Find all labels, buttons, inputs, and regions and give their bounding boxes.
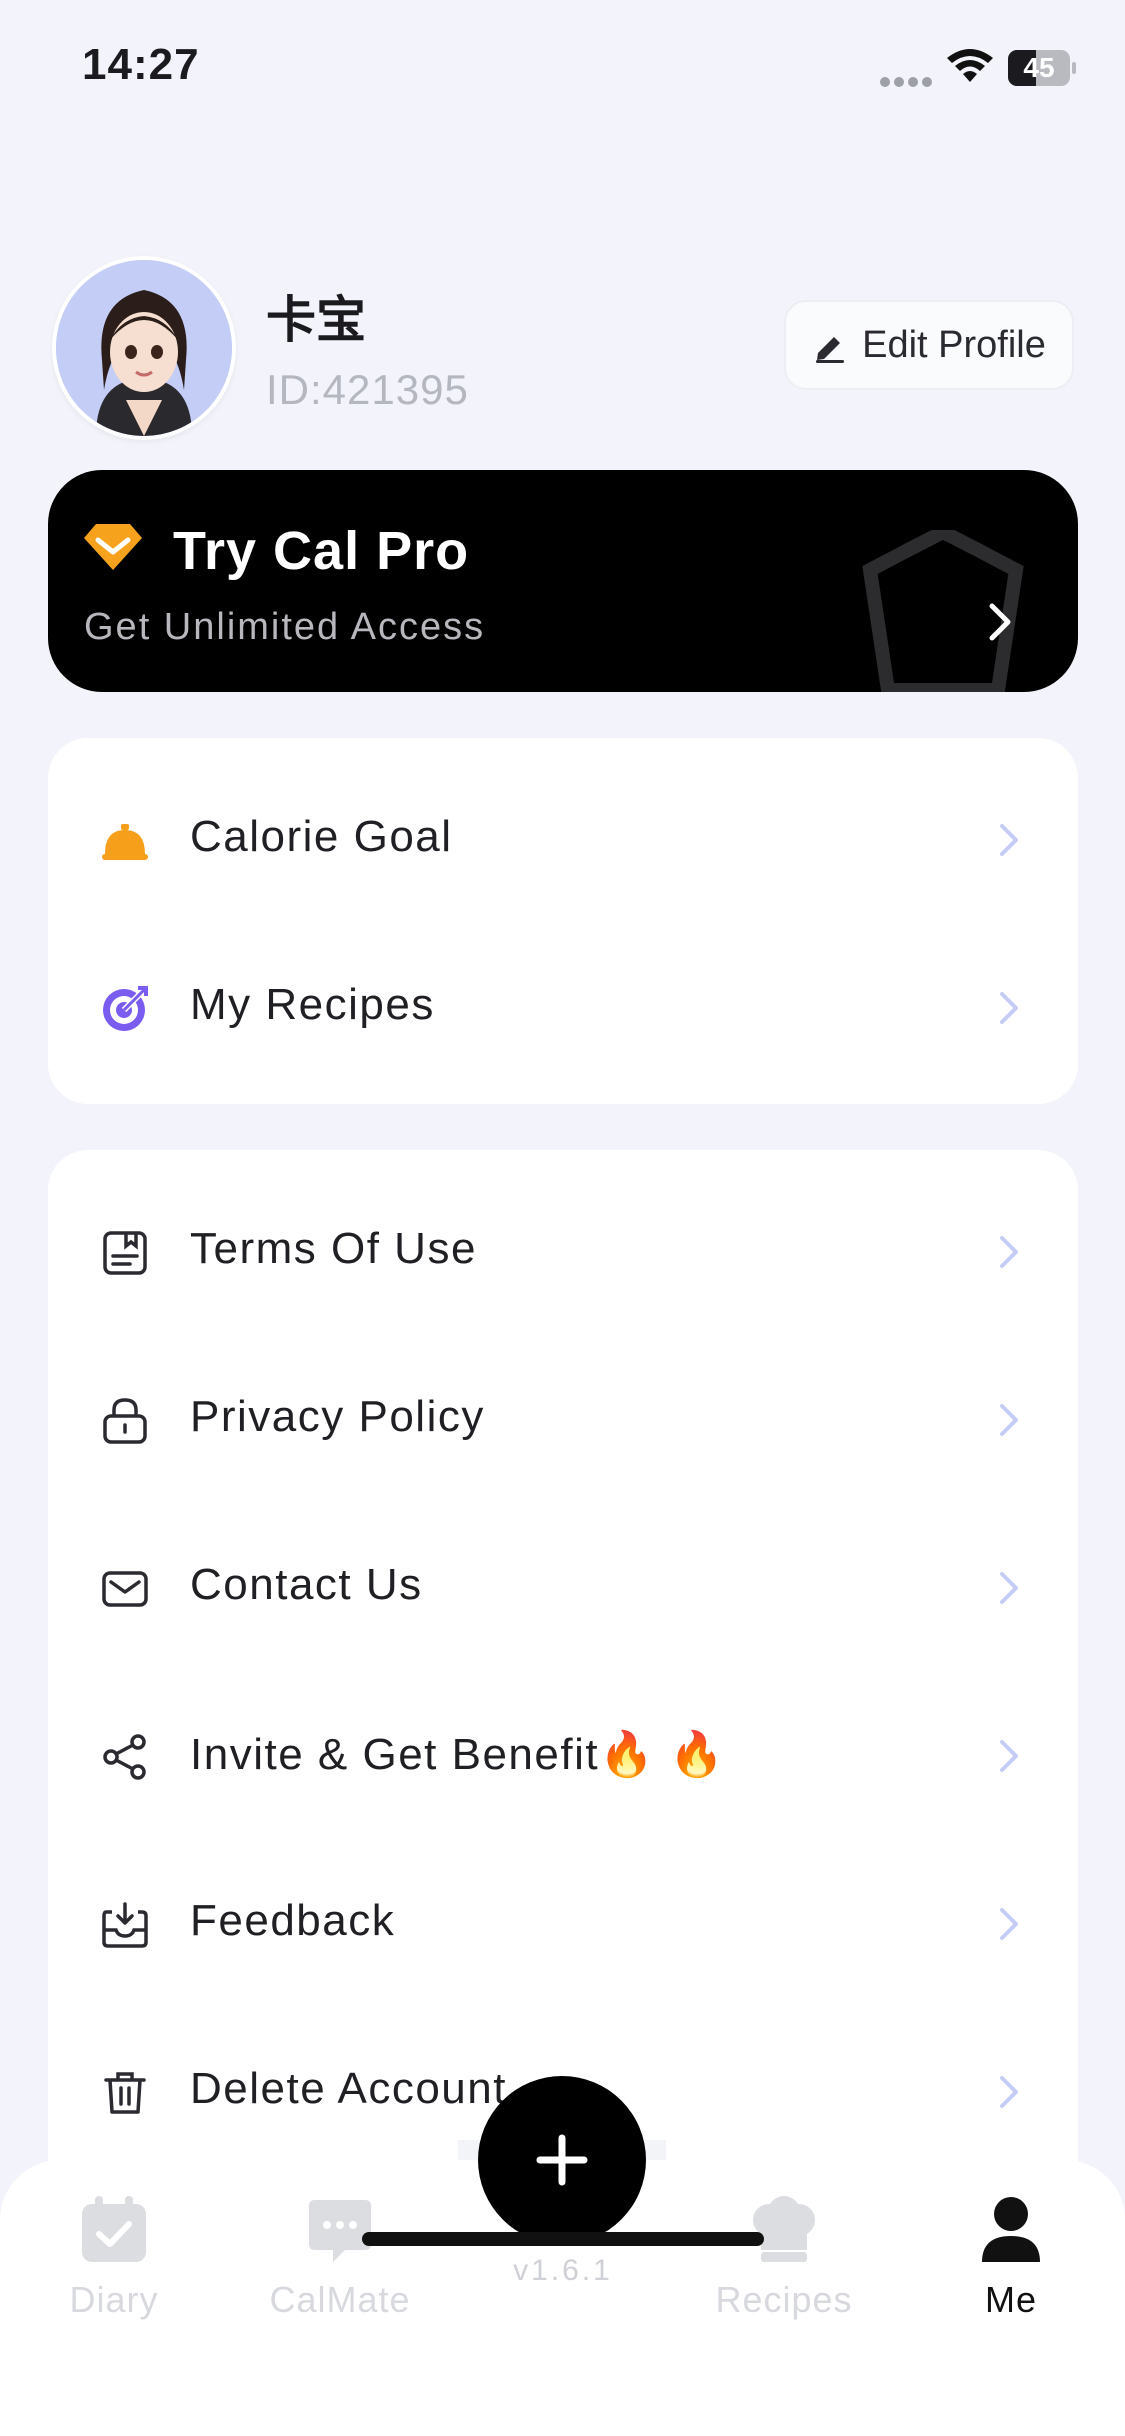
- menu-item-privacy-policy[interactable]: Privacy Policy: [48, 1360, 1078, 1480]
- lock-icon: [103, 1398, 147, 1444]
- tab-label: CalMate: [269, 2279, 411, 2320]
- share-icon: [103, 1734, 146, 1780]
- chevron-right-icon: [1000, 1236, 1018, 1268]
- add-button[interactable]: [478, 2076, 646, 2244]
- tab-calmate[interactable]: CalMate: [260, 2196, 420, 2321]
- user-name: 卡宝: [266, 291, 366, 349]
- trash-icon: [104, 2072, 146, 2114]
- pro-title: Try Cal Pro: [173, 521, 470, 581]
- wifi-icon: [947, 49, 993, 82]
- menu-item-contact-us[interactable]: Contact Us: [48, 1528, 1078, 1648]
- pencil-icon: [816, 337, 845, 363]
- menu-item-label: Calorie Goal: [190, 812, 453, 861]
- chevron-right-icon: [1000, 1908, 1018, 1940]
- menu-item-invite[interactable]: Invite & Get Benefit🔥 🔥: [48, 1696, 1078, 1816]
- chevron-right-icon: [1000, 992, 1018, 1024]
- tab-recipes[interactable]: Recipes: [704, 2196, 864, 2321]
- chevron-right-icon: [1000, 1404, 1018, 1436]
- chat-bubble-icon: [309, 2200, 371, 2262]
- battery-level: 45: [1023, 52, 1055, 83]
- app-version: v1.6.1: [513, 2254, 613, 2287]
- menu-item-label: Contact Us: [190, 1560, 423, 1609]
- chevron-right-icon: [1000, 824, 1018, 856]
- menu-item-label: Privacy Policy: [190, 1392, 485, 1441]
- menu-item-label: Terms Of Use: [190, 1224, 477, 1273]
- status-bar: 14:27 45: [0, 0, 1125, 140]
- cellular-signal-icon: [880, 74, 936, 87]
- menu-item-label: Feedback: [190, 1896, 396, 1945]
- calendar-check-icon: [82, 2196, 146, 2262]
- pro-subtitle: Get Unlimited Access: [84, 606, 486, 648]
- status-time: 14:27: [82, 40, 200, 89]
- plus-icon: [536, 2134, 588, 2186]
- menu-item-label: Delete Account: [190, 2064, 507, 2113]
- mail-icon: [102, 1571, 148, 1607]
- chef-hat-icon: [753, 2196, 815, 2262]
- user-id: ID:421395: [266, 366, 469, 413]
- pro-banner[interactable]: Try Cal Pro Get Unlimited Access: [48, 470, 1078, 692]
- menu-item-my-recipes[interactable]: My Recipes: [48, 948, 1078, 1068]
- target-icon: [103, 986, 148, 1031]
- tab-diary[interactable]: Diary: [34, 2196, 194, 2321]
- menu-item-label: Invite & Get Benefit🔥 🔥: [190, 1730, 726, 1779]
- inbox-icon: [102, 1902, 148, 1948]
- edit-profile-label: Edit Profile: [862, 323, 1046, 366]
- chevron-right-icon: [1000, 1572, 1018, 1604]
- menu-item-calorie-goal[interactable]: Calorie Goal: [48, 780, 1078, 900]
- chevron-right-icon: [1000, 2076, 1018, 2108]
- menu-card-goals: Calorie Goal My Recipes: [48, 738, 1078, 1104]
- battery-icon: 45: [1008, 50, 1076, 86]
- home-indicator: [362, 2232, 764, 2246]
- avatar-illustration: [56, 260, 232, 436]
- tab-label: Recipes: [715, 2279, 853, 2320]
- menu-item-label: My Recipes: [190, 980, 435, 1029]
- chevron-right-icon: [989, 603, 1011, 641]
- tab-label: Diary: [69, 2279, 159, 2320]
- tab-me[interactable]: Me: [931, 2196, 1091, 2321]
- serving-cloche-icon: [102, 824, 148, 860]
- tab-label: Me: [984, 2279, 1037, 2320]
- diamond-icon: [84, 524, 142, 570]
- document-icon: [103, 1231, 147, 1275]
- menu-item-feedback[interactable]: Feedback: [48, 1864, 1078, 1984]
- edit-profile-button[interactable]: Edit Profile: [784, 300, 1074, 390]
- avatar[interactable]: [52, 256, 236, 440]
- person-icon: [982, 2197, 1040, 2262]
- chevron-right-icon: [1000, 1740, 1018, 1772]
- menu-item-terms-of-use[interactable]: Terms Of Use: [48, 1192, 1078, 1312]
